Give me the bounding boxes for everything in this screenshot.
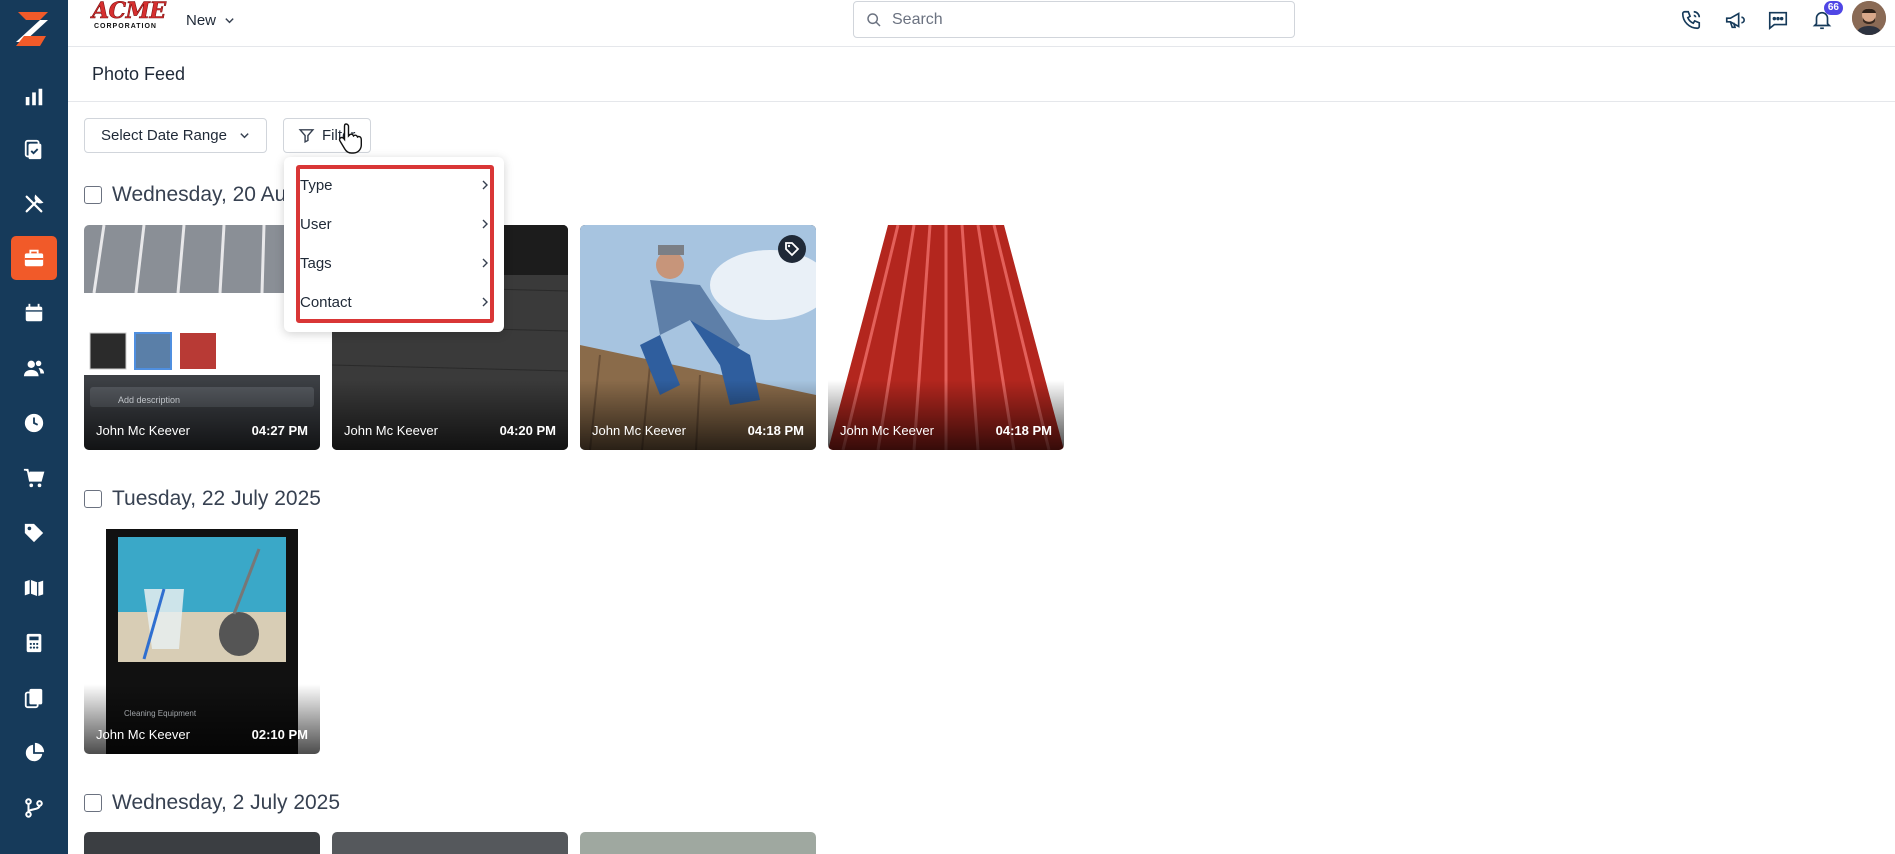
tag-icon <box>24 523 44 543</box>
chevron-right-icon <box>482 297 488 307</box>
chevron-down-icon <box>240 133 249 139</box>
day-date: Wednesday, 2 July 2025 <box>112 791 341 814</box>
sidebar-item-jobs[interactable] <box>11 236 57 280</box>
sidebar-item-calendar[interactable] <box>11 291 57 335</box>
photo-card[interactable] <box>84 832 320 854</box>
filter-menu-item-user[interactable]: User <box>300 206 490 242</box>
phone-button[interactable] <box>1678 7 1704 33</box>
map-icon <box>24 579 44 598</box>
photo-caption: Cleaning Equipment <box>124 709 197 718</box>
notification-count-badge: 66 <box>1823 1 1843 15</box>
chevron-right-icon <box>482 258 488 268</box>
sidebar-item-quotes[interactable] <box>11 621 57 665</box>
avatar-photo <box>1852 1 1886 35</box>
photo-time: 04:18 PM <box>995 423 1052 438</box>
hand-cursor-icon <box>338 123 362 154</box>
select-day-checkbox[interactable] <box>84 186 102 204</box>
add-description-field[interactable]: Add description <box>118 395 180 405</box>
photo-time: 02:10 PM <box>251 727 308 742</box>
photo-card[interactable]: Cleaning Equipment John Mc Keever 02:10 … <box>84 529 320 754</box>
photo-author: John Mc Keever <box>96 727 190 742</box>
day-header: Wednesday, 20 Au <box>84 183 286 207</box>
day-date: Tuesday, 22 July 2025 <box>112 487 321 510</box>
menu-item-label: User <box>300 215 332 233</box>
photo-time: 04:18 PM <box>747 423 804 438</box>
cart-icon <box>23 468 45 488</box>
select-day-checkbox[interactable] <box>84 794 102 812</box>
app-logo-icon[interactable] <box>10 8 54 50</box>
filter-menu: Type User Tags Contact <box>284 157 504 332</box>
users-icon <box>23 360 45 377</box>
chevron-right-icon <box>482 219 488 229</box>
sidebar-item-workflows[interactable] <box>11 786 57 830</box>
sidebar-item-dashboard[interactable] <box>11 75 57 119</box>
photo-author: John Mc Keever <box>96 423 190 438</box>
day-header: Wednesday, 2 July 2025 <box>84 791 340 815</box>
filter-menu-item-tags[interactable]: Tags <box>300 245 490 281</box>
sidebar-item-documents[interactable] <box>11 676 57 720</box>
photo-card[interactable]: John Mc Keever 04:18 PM <box>580 225 816 450</box>
photo-time: 04:20 PM <box>499 423 556 438</box>
calculator-icon <box>26 633 42 653</box>
photo-author: John Mc Keever <box>344 423 438 438</box>
photo-time: 04:27 PM <box>251 423 308 438</box>
calendar-icon <box>25 303 43 322</box>
photo-card[interactable] <box>332 832 568 854</box>
sidebar-item-tasks[interactable] <box>11 128 57 172</box>
page-header: Photo Feed <box>68 48 1895 102</box>
clock-icon <box>24 413 44 433</box>
filter-icon <box>298 129 315 144</box>
sidebar-item-map[interactable] <box>11 566 57 610</box>
filter-menu-item-type[interactable]: Type <box>300 167 490 203</box>
sidebar-item-reports[interactable] <box>11 731 57 775</box>
photo-author: John Mc Keever <box>840 423 934 438</box>
sidebar-item-pricing[interactable] <box>11 511 57 555</box>
date-range-button[interactable]: Select Date Range <box>84 118 267 153</box>
day-header: Tuesday, 22 July 2025 <box>84 487 321 511</box>
sidebar-item-tools[interactable] <box>11 182 57 226</box>
clipboard-check-icon <box>24 139 42 160</box>
briefcase-icon <box>24 249 44 267</box>
documents-icon <box>24 688 43 709</box>
menu-item-label: Tags <box>300 254 332 272</box>
bar-chart-icon <box>25 88 43 106</box>
search-box[interactable] <box>853 1 1295 38</box>
select-day-checkbox[interactable] <box>84 490 102 508</box>
phone-icon <box>1681 10 1701 30</box>
announcements-button[interactable] <box>1722 7 1748 33</box>
pie-chart-icon <box>25 742 45 762</box>
search-input[interactable] <box>892 10 1272 29</box>
tools-icon <box>25 194 44 213</box>
sidebar-item-timesheets[interactable] <box>11 401 57 445</box>
search-icon <box>867 12 881 27</box>
messages-button[interactable] <box>1765 7 1791 33</box>
top-bar: ACME CORPORATION New 66 <box>68 0 1895 47</box>
page-title: Photo Feed <box>92 64 186 84</box>
photo-author: John Mc Keever <box>592 423 686 438</box>
user-avatar[interactable] <box>1852 1 1886 35</box>
sidebar-item-contacts[interactable] <box>11 346 57 390</box>
tag-icon[interactable] <box>778 235 806 263</box>
sidebar-item-purchases[interactable] <box>11 456 57 500</box>
date-range-label: Select Date Range <box>101 127 227 144</box>
company-logo[interactable]: ACME CORPORATION <box>92 0 167 33</box>
chat-icon <box>1768 11 1788 30</box>
chevron-right-icon <box>482 180 488 190</box>
menu-item-label: Type <box>300 176 333 194</box>
photo-card[interactable]: John Mc Keever 04:18 PM <box>828 225 1064 450</box>
new-button[interactable]: New <box>186 9 235 31</box>
filter-menu-item-contact[interactable]: Contact <box>300 284 490 320</box>
day-date: Wednesday, 20 Au <box>112 183 287 206</box>
notifications-button[interactable]: 66 <box>1809 1 1843 33</box>
chevron-down-icon <box>225 17 234 23</box>
megaphone-icon <box>1725 12 1745 29</box>
photo-card[interactable] <box>580 832 816 854</box>
menu-item-label: Contact <box>300 293 352 311</box>
git-branch-icon <box>25 798 43 818</box>
sidebar <box>0 0 68 854</box>
new-button-label: New <box>186 11 217 29</box>
